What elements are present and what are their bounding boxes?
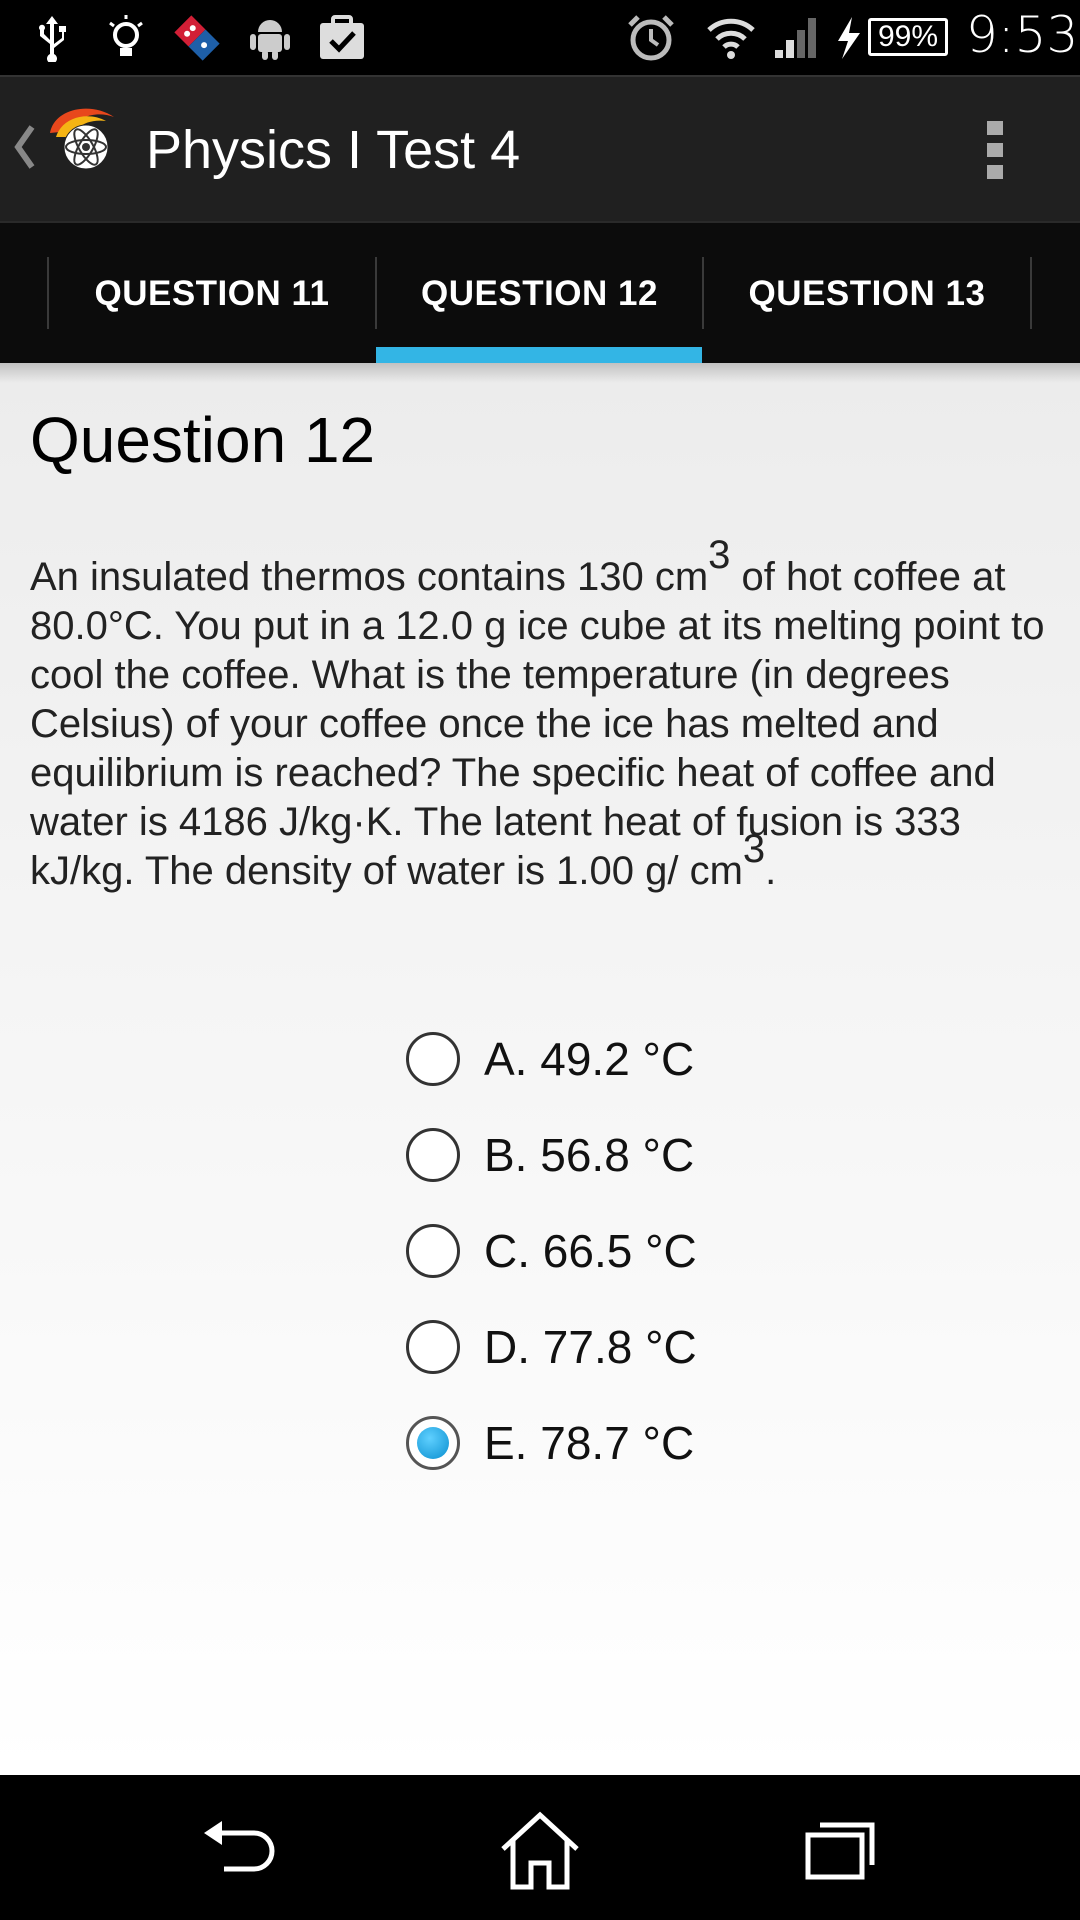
home-icon[interactable] xyxy=(495,1805,585,1895)
tab-question-13[interactable]: QUESTION 13 xyxy=(704,223,1030,365)
selected-tab-indicator xyxy=(376,347,702,363)
option-b[interactable]: B. 56.8 °C xyxy=(406,1107,906,1203)
option-label: E. 78.7 °C xyxy=(484,1417,695,1469)
app-title: Physics I Test 4 xyxy=(146,120,521,180)
question-title: Question 12 xyxy=(30,404,376,476)
action-bar: Physics I Test 4 xyxy=(0,75,1080,221)
tab-divider xyxy=(1030,257,1032,329)
navigation-bar xyxy=(0,1775,1080,1920)
answer-options: A. 49.2 °C B. 56.8 °C C. 66.5 °C D. 77.8… xyxy=(406,1011,906,1491)
radio-button[interactable] xyxy=(406,1032,460,1086)
option-c[interactable]: C. 66.5 °C xyxy=(406,1203,906,1299)
option-a[interactable]: A. 49.2 °C xyxy=(406,1011,906,1107)
wifi-icon xyxy=(706,12,756,64)
radio-button[interactable] xyxy=(406,1224,460,1278)
question-text-part: . xyxy=(765,849,777,893)
superscript: 3 xyxy=(742,827,766,871)
status-time: 9:53 xyxy=(966,6,1079,64)
overflow-menu-icon[interactable] xyxy=(980,115,1010,185)
option-label: A. 49.2 °C xyxy=(484,1033,695,1085)
superscript: 3 xyxy=(708,533,731,577)
back-icon[interactable] xyxy=(196,1805,286,1895)
question-text-part: An insulated thermos contains 130 cm xyxy=(30,555,709,599)
dominos-icon xyxy=(172,12,222,64)
charging-icon xyxy=(832,12,864,64)
tab-shadow xyxy=(0,363,1080,383)
usb-icon xyxy=(30,12,74,64)
question-page: Question 12 An insulated thermos contain… xyxy=(0,363,1080,1775)
radio-button[interactable] xyxy=(406,1320,460,1374)
battery-indicator: 99% xyxy=(868,18,948,56)
option-e[interactable]: E. 78.7 °C xyxy=(406,1395,906,1491)
android-icon xyxy=(246,12,294,64)
question-text: An insulated thermos contains 130 cm3 of… xyxy=(30,535,1050,896)
clipboard-check-icon xyxy=(316,12,368,64)
question-text-part: of hot coffee at 80.0°C. You put in a 12… xyxy=(30,555,1045,893)
signal-icon xyxy=(772,12,820,64)
radio-button[interactable] xyxy=(406,1128,460,1182)
option-d[interactable]: D. 77.8 °C xyxy=(406,1299,906,1395)
question-tabs: QUESTION 11 QUESTION 12 QUESTION 13 xyxy=(0,221,1080,363)
app-logo-icon[interactable] xyxy=(44,103,124,183)
alarm-icon xyxy=(624,12,678,64)
option-label: B. 56.8 °C xyxy=(484,1129,695,1181)
lightbulb-icon xyxy=(104,12,148,64)
tab-question-11[interactable]: QUESTION 11 xyxy=(49,223,375,365)
status-bar: 99% 9:53 xyxy=(0,0,1080,75)
tab-question-12[interactable]: QUESTION 12 xyxy=(377,223,702,365)
radio-button-checked[interactable] xyxy=(406,1416,460,1470)
recent-apps-icon[interactable] xyxy=(794,1805,884,1895)
up-chevron-icon[interactable] xyxy=(10,117,40,177)
option-label: C. 66.5 °C xyxy=(484,1225,697,1277)
option-label: D. 77.8 °C xyxy=(484,1321,697,1373)
